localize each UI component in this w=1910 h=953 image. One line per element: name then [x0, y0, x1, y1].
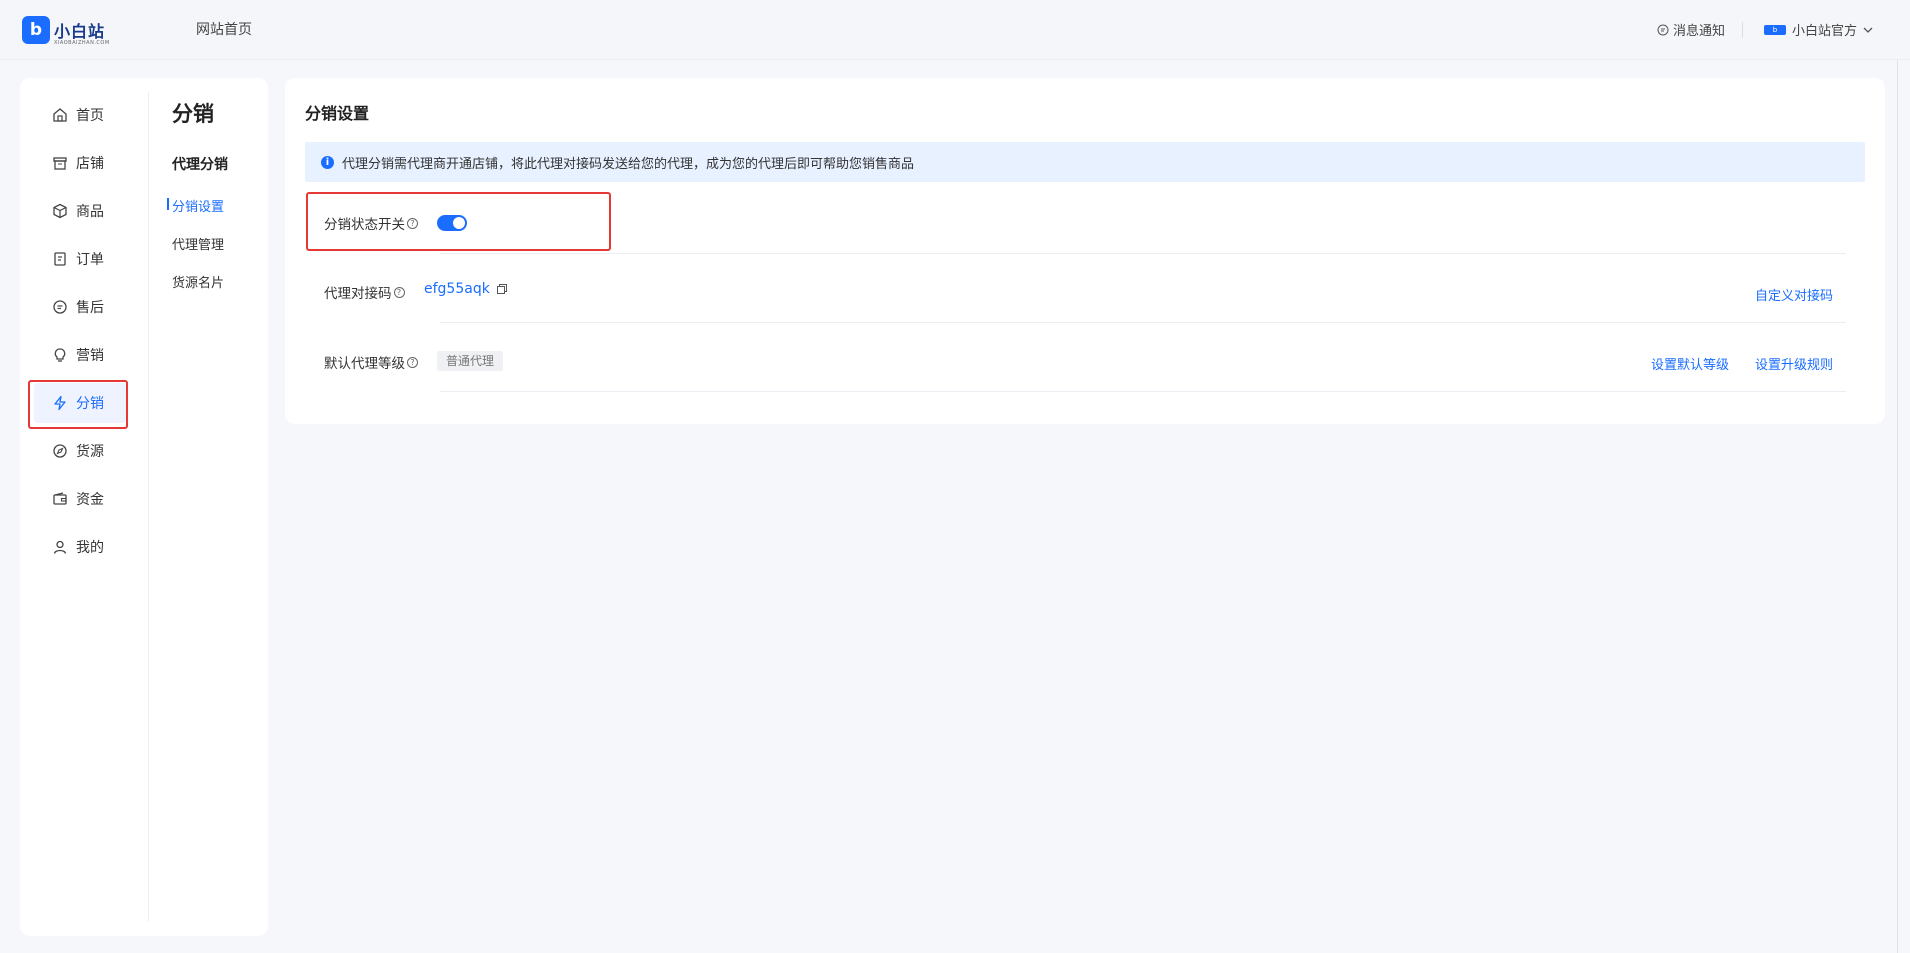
user-name: 小白站官方 — [1792, 24, 1858, 39]
highlight-box-nav — [28, 380, 128, 429]
user-icon — [53, 540, 67, 554]
top-bar: b 小白站 XIAOBAIZHAN.COM 网站首页 消息通知 b 小白站官方 — [0, 0, 1910, 60]
nav-item-label: 店铺 — [76, 156, 104, 172]
nav-item-label: 资金 — [76, 492, 104, 508]
lightbulb-icon — [54, 348, 66, 362]
nav-item-label: 营销 — [76, 348, 104, 364]
compass-icon — [53, 444, 67, 458]
chevron-down-icon — [1863, 27, 1873, 33]
message-icon — [1657, 24, 1669, 35]
header-divider — [1742, 22, 1743, 38]
set-upgrade-rules-link[interactable]: 设置升级规则 — [1755, 354, 1833, 373]
nav-item-marketing[interactable]: 营销 — [34, 335, 126, 375]
row-divider — [440, 253, 1846, 254]
agent-code-text: efg55aqk — [424, 281, 490, 297]
user-menu[interactable]: b 小白站官方 — [1764, 20, 1875, 39]
page-title: 分销设置 — [305, 104, 370, 123]
nav-item-after-sales[interactable]: 售后 — [34, 287, 126, 327]
agent-code-label: 代理对接码 ? — [324, 282, 405, 302]
subnav-title: 分销 — [172, 102, 214, 126]
nav-item-label: 售后 — [76, 300, 104, 316]
set-default-level-link[interactable]: 设置默认等级 — [1651, 354, 1729, 373]
nav-item-store[interactable]: 店铺 — [34, 143, 126, 183]
nav-item-orders[interactable]: 订单 — [34, 239, 126, 279]
logo-subtext: XIAOBAIZHAN.COM — [54, 40, 110, 46]
subnav-item-source-card[interactable]: 货源名片 — [172, 272, 224, 291]
info-icon: i — [321, 155, 334, 169]
subnav-item-distribution-settings[interactable]: 分销设置 — [166, 196, 224, 215]
logo-mark-icon: b — [22, 16, 50, 44]
logo-text: 小白站 — [54, 22, 106, 41]
row-divider — [440, 391, 1846, 392]
chat-icon — [53, 300, 67, 314]
info-notice: i 代理分销需代理商开通店铺，将此代理对接码发送给您的代理，成为您的代理后即可帮… — [305, 142, 1865, 182]
box-icon — [53, 203, 67, 219]
default-level-label: 默认代理等级 ? — [324, 352, 418, 372]
help-icon[interactable]: ? — [393, 286, 405, 298]
nav-item-funds[interactable]: 资金 — [34, 479, 126, 519]
highlight-box-toggle — [306, 192, 611, 251]
wallet-icon — [53, 492, 67, 505]
subnav-group-title: 代理分销 — [172, 157, 228, 173]
avatar: b — [1764, 24, 1786, 35]
notice-text: 代理分销需代理商开通店铺，将此代理对接码发送给您的代理，成为您的代理后即可帮助您… — [342, 156, 915, 172]
scrollbar-track[interactable] — [1897, 60, 1898, 953]
agent-code-label-text: 代理对接码 — [324, 286, 392, 302]
main-panel — [285, 78, 1885, 424]
copy-icon[interactable] — [496, 283, 508, 295]
subnav-item-agent-management[interactable]: 代理管理 — [172, 234, 224, 253]
sidebar-divider — [148, 92, 149, 922]
logo[interactable]: b 小白站 XIAOBAIZHAN.COM — [22, 14, 116, 46]
nav-item-sourcing[interactable]: 货源 — [34, 431, 126, 471]
help-icon[interactable]: ? — [407, 356, 418, 368]
nav-item-home[interactable]: 首页 — [34, 95, 126, 135]
nav-item-label: 商品 — [76, 204, 104, 220]
nav-item-mine[interactable]: 我的 — [34, 527, 126, 567]
home-icon — [53, 108, 67, 122]
nav-item-label: 我的 — [76, 540, 104, 556]
row-divider — [440, 322, 1846, 323]
nav-item-label: 订单 — [76, 252, 104, 268]
site-home-link[interactable]: 网站首页 — [196, 19, 252, 39]
notifications-button[interactable]: 消息通知 — [1657, 20, 1725, 39]
nav-item-label: 货源 — [76, 444, 104, 460]
nav-item-label: 首页 — [76, 108, 104, 124]
default-level-label-text: 默认代理等级 — [324, 356, 405, 372]
notifications-label: 消息通知 — [1673, 24, 1726, 39]
document-icon — [54, 252, 66, 266]
custom-code-link[interactable]: 自定义对接码 — [1755, 285, 1833, 304]
store-icon — [53, 157, 67, 170]
nav-item-products[interactable]: 商品 — [34, 191, 126, 231]
agent-code-value: efg55aqk — [424, 281, 508, 297]
level-tag: 普通代理 — [437, 351, 504, 371]
